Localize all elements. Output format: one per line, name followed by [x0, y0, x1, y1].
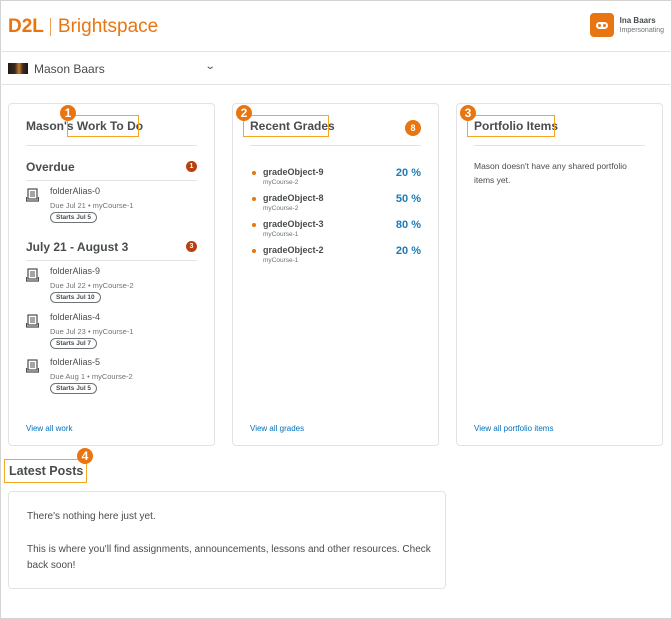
- task-course: myCourse-2: [91, 372, 133, 381]
- user-status: Impersonating: [619, 27, 664, 34]
- grade-value: 20 %: [395, 167, 421, 179]
- selected-student-name: Mason Baars: [34, 62, 105, 76]
- section-heading-text: Overdue: [26, 160, 75, 174]
- task-item[interactable]: folderAlias-5 Due Aug 1 • myCourse-2 Sta…: [26, 357, 197, 401]
- callout-highlight-4: [4, 459, 87, 483]
- assignment-icon: [26, 359, 39, 373]
- work-to-do-card: Mason's Work To Do 1 Overdue 1 folderAli…: [8, 103, 215, 446]
- grade-name: gradeObject-3: [263, 219, 324, 229]
- grade-name: gradeObject-2: [263, 245, 324, 255]
- grade-name: gradeObject-8: [263, 193, 324, 203]
- task-due: Due Jul 22: [50, 281, 86, 290]
- task-name[interactable]: folderAlias-5: [50, 357, 100, 367]
- task-name[interactable]: folderAlias-4: [50, 312, 100, 322]
- task-name[interactable]: folderAlias-0: [50, 186, 100, 196]
- task-meta: Due Jul 21 • myCourse-1: [50, 201, 134, 210]
- unread-dot-icon: [252, 249, 256, 253]
- grade-value: 80 %: [395, 219, 421, 231]
- overdue-count-badge: 1: [186, 161, 197, 172]
- chevron-down-icon[interactable]: ⌄: [205, 61, 216, 72]
- task-meta: Due Jul 22 • myCourse-2: [50, 281, 134, 290]
- callout-number-1: 1: [60, 105, 76, 121]
- task-item[interactable]: folderAlias-0 Due Jul 21 • myCourse-1 St…: [26, 186, 197, 230]
- callout-number-4: 4: [77, 448, 93, 464]
- task-meta: Due Aug 1 • myCourse-2: [50, 372, 133, 381]
- task-due: Due Jul 21: [50, 201, 86, 210]
- section-overdue-heading: Overdue 1: [26, 160, 197, 174]
- section-date-range-heading: July 21 - August 3 3: [26, 240, 197, 254]
- task-due: Due Jul 23: [50, 327, 86, 336]
- callout-highlight-1: [67, 115, 139, 137]
- section-heading-text: July 21 - August 3: [26, 240, 129, 254]
- user-name: Ina Baars: [619, 16, 656, 25]
- unread-dot-icon: [252, 197, 256, 201]
- start-date-pill: Starts Jul 5: [50, 383, 98, 394]
- latest-posts-card: There's nothing here just yet. This is w…: [8, 491, 446, 589]
- view-all-grades-link[interactable]: View all grades: [250, 424, 304, 433]
- unread-dot-icon: [252, 171, 256, 175]
- portfolio-card: Portfolio Items 3 Mason doesn't have any…: [456, 103, 663, 446]
- recent-grades-card: Recent Grades 2 8 gradeObject-9 myCourse…: [232, 103, 439, 446]
- callout-highlight-2: [243, 115, 329, 137]
- logo-brand: D2L: [8, 16, 44, 37]
- date-range-count-badge: 3: [186, 241, 197, 252]
- task-item[interactable]: folderAlias-9 Due Jul 22 • myCourse-2 St…: [26, 266, 197, 310]
- grades-count-badge: 8: [405, 120, 421, 136]
- start-date-pill: Starts Jul 7: [50, 338, 98, 349]
- grade-course: myCourse-1: [263, 257, 299, 264]
- task-course: myCourse-1: [92, 327, 134, 336]
- latest-posts-description: This is where you'll find assignments, a…: [27, 544, 431, 571]
- divider: [26, 180, 197, 181]
- callout-number-3: 3: [460, 105, 476, 121]
- divider: [26, 260, 197, 261]
- divider: [474, 145, 645, 146]
- divider: [26, 145, 197, 146]
- task-meta: Due Jul 23 • myCourse-1: [50, 327, 134, 336]
- d2l-logo[interactable]: D2L Brightspace: [8, 16, 158, 38]
- logo-divider: [49, 18, 51, 36]
- task-course: myCourse-2: [92, 281, 134, 290]
- callout-highlight-3: [467, 115, 555, 137]
- task-name[interactable]: folderAlias-9: [50, 266, 100, 276]
- portfolio-empty-message: Mason doesn't have any shared portfolio …: [474, 161, 627, 185]
- assignment-icon: [26, 188, 39, 202]
- grade-item[interactable]: gradeObject-2 myCourse-1 20 %: [250, 245, 421, 271]
- latest-posts-empty-line: There's nothing here just yet.: [27, 511, 156, 522]
- grade-course: myCourse-2: [263, 205, 299, 212]
- grade-item[interactable]: gradeObject-3 myCourse-1 80 %: [250, 219, 421, 245]
- view-all-portfolio-link[interactable]: View all portfolio items: [474, 424, 553, 433]
- grade-name: gradeObject-9: [263, 167, 324, 177]
- grade-course: myCourse-2: [263, 179, 299, 186]
- top-navbar: D2L Brightspace Ina Baars Impersonating: [0, 0, 672, 52]
- start-date-pill: Starts Jul 5: [50, 212, 98, 223]
- grade-item[interactable]: gradeObject-9 myCourse-2 20 %: [250, 167, 421, 193]
- task-course: myCourse-1: [92, 201, 134, 210]
- start-date-pill: Starts Jul 10: [50, 292, 101, 303]
- grade-course: myCourse-1: [263, 231, 299, 238]
- callout-number-2: 2: [236, 105, 252, 121]
- view-all-work-link[interactable]: View all work: [26, 424, 73, 433]
- student-avatar: [8, 63, 28, 74]
- assignment-icon: [26, 268, 39, 282]
- task-item[interactable]: folderAlias-4 Due Jul 23 • myCourse-1 St…: [26, 312, 197, 356]
- student-selector[interactable]: Mason Baars ⌄: [0, 52, 672, 85]
- grade-value: 20 %: [395, 245, 421, 257]
- logo-product: Brightspace: [57, 16, 159, 37]
- assignment-icon: [26, 314, 39, 328]
- grade-value: 50 %: [395, 193, 421, 205]
- user-menu[interactable]: Ina Baars Impersonating: [589, 13, 664, 37]
- grade-item[interactable]: gradeObject-8 myCourse-2 50 %: [250, 193, 421, 219]
- task-due: Due Aug 1: [50, 372, 86, 381]
- unread-dot-icon: [252, 223, 256, 227]
- divider: [250, 145, 421, 146]
- impersonation-mask-icon: [589, 13, 614, 37]
